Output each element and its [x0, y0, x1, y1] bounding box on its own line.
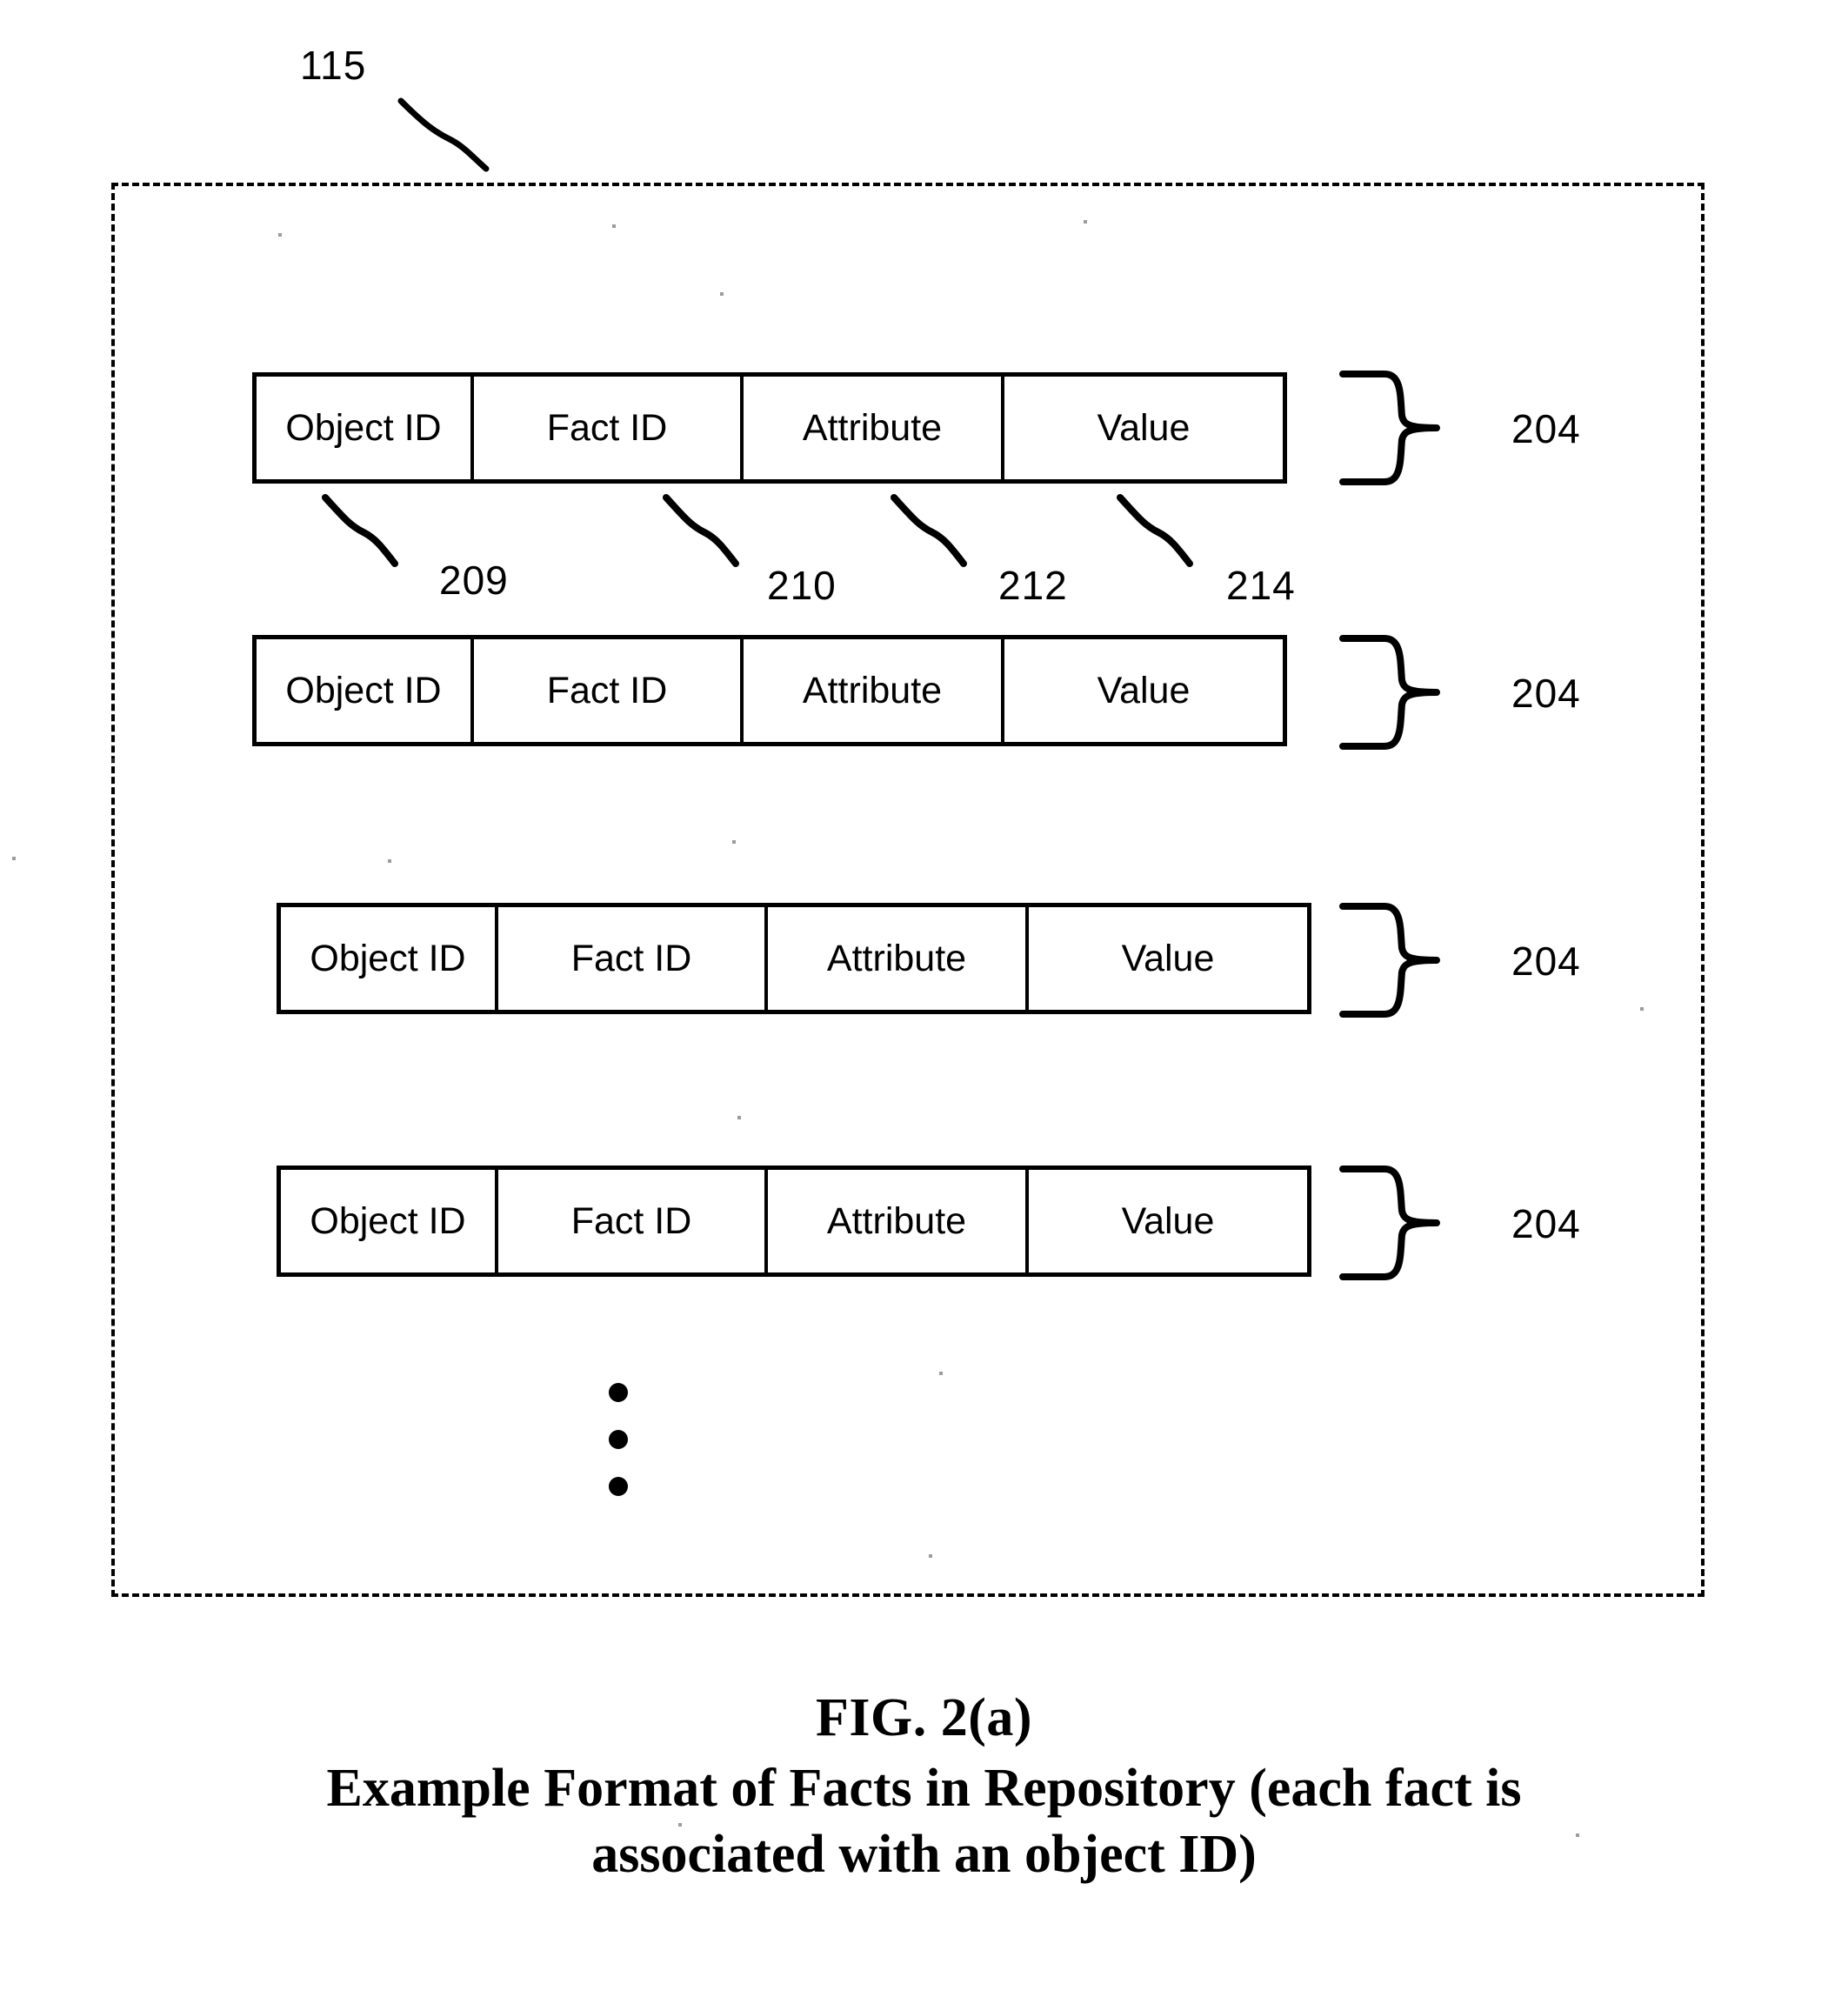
cell-object-id: Object ID	[281, 1170, 498, 1272]
attribute-leader-line	[891, 494, 967, 567]
value-leader-line	[1117, 494, 1193, 567]
table-row: Object ID Fact ID Attribute Value	[252, 372, 1287, 484]
cell-fact-id: Fact ID	[498, 1170, 768, 1272]
cell-fact-id: Fact ID	[474, 377, 744, 479]
scan-speck	[1084, 220, 1087, 224]
value-reference-numeral: 214	[1226, 563, 1296, 608]
ellipsis-dot	[609, 1383, 628, 1402]
scan-speck	[720, 292, 724, 296]
scan-speck	[111, 758, 115, 762]
cell-attribute: Attribute	[744, 639, 1004, 742]
cell-object-id: Object ID	[257, 377, 474, 479]
scan-speck	[12, 857, 16, 860]
scan-speck	[929, 1554, 932, 1558]
ellipsis-dot	[609, 1430, 628, 1449]
cell-attribute: Attribute	[744, 377, 1004, 479]
cell-value: Value	[1097, 406, 1191, 449]
row-reference-numeral-1: 204	[1511, 406, 1581, 451]
vertical-ellipsis-icon	[609, 1383, 631, 1524]
cell-fact-id: Fact ID	[474, 639, 744, 742]
cell-value: Value	[1121, 1199, 1215, 1242]
cell-value: Value	[1121, 937, 1215, 979]
figure-number: FIG. 2(a)	[815, 1688, 1033, 1747]
repository-leader-line	[397, 97, 490, 172]
table-row: Object ID Fact ID Attribute Value	[277, 903, 1311, 1014]
row-brace-1	[1339, 371, 1440, 485]
fact-id-reference-numeral: 210	[767, 563, 837, 608]
figure-description: Example Format of Facts in Repository (e…	[326, 1759, 1522, 1884]
row-reference-numeral-3: 204	[1511, 938, 1581, 984]
cell-attribute: Attribute	[768, 907, 1029, 1010]
object-id-reference-numeral: 209	[439, 558, 509, 603]
cell-fact-id: Fact ID	[498, 907, 768, 1010]
figure-caption: FIG. 2(a) Example Format of Facts in Rep…	[0, 1687, 1848, 1888]
scan-speck	[388, 859, 391, 863]
table-row: Object ID Fact ID Attribute Value	[252, 635, 1287, 746]
scan-speck	[939, 1372, 943, 1375]
row-brace-2	[1339, 635, 1440, 750]
repository-reference-numeral: 115	[300, 43, 367, 88]
attribute-reference-numeral: 212	[998, 563, 1068, 608]
scan-speck	[278, 233, 282, 237]
scan-speck	[732, 840, 736, 844]
table-row: Object ID Fact ID Attribute Value	[277, 1165, 1311, 1277]
row-reference-numeral-4: 204	[1511, 1201, 1581, 1246]
row-brace-4	[1339, 1165, 1440, 1280]
cell-object-id: Object ID	[257, 639, 474, 742]
row-brace-3	[1339, 903, 1440, 1018]
scan-speck	[612, 224, 616, 228]
scan-speck	[1640, 1007, 1644, 1011]
row-reference-numeral-2: 204	[1511, 671, 1581, 716]
fact-id-leader-line	[663, 494, 739, 567]
cell-attribute: Attribute	[768, 1170, 1029, 1272]
object-id-leader-line	[322, 494, 398, 567]
cell-value: Value	[1097, 669, 1191, 711]
cell-object-id: Object ID	[281, 907, 498, 1010]
ellipsis-dot	[609, 1477, 628, 1496]
scan-speck	[737, 1116, 741, 1119]
